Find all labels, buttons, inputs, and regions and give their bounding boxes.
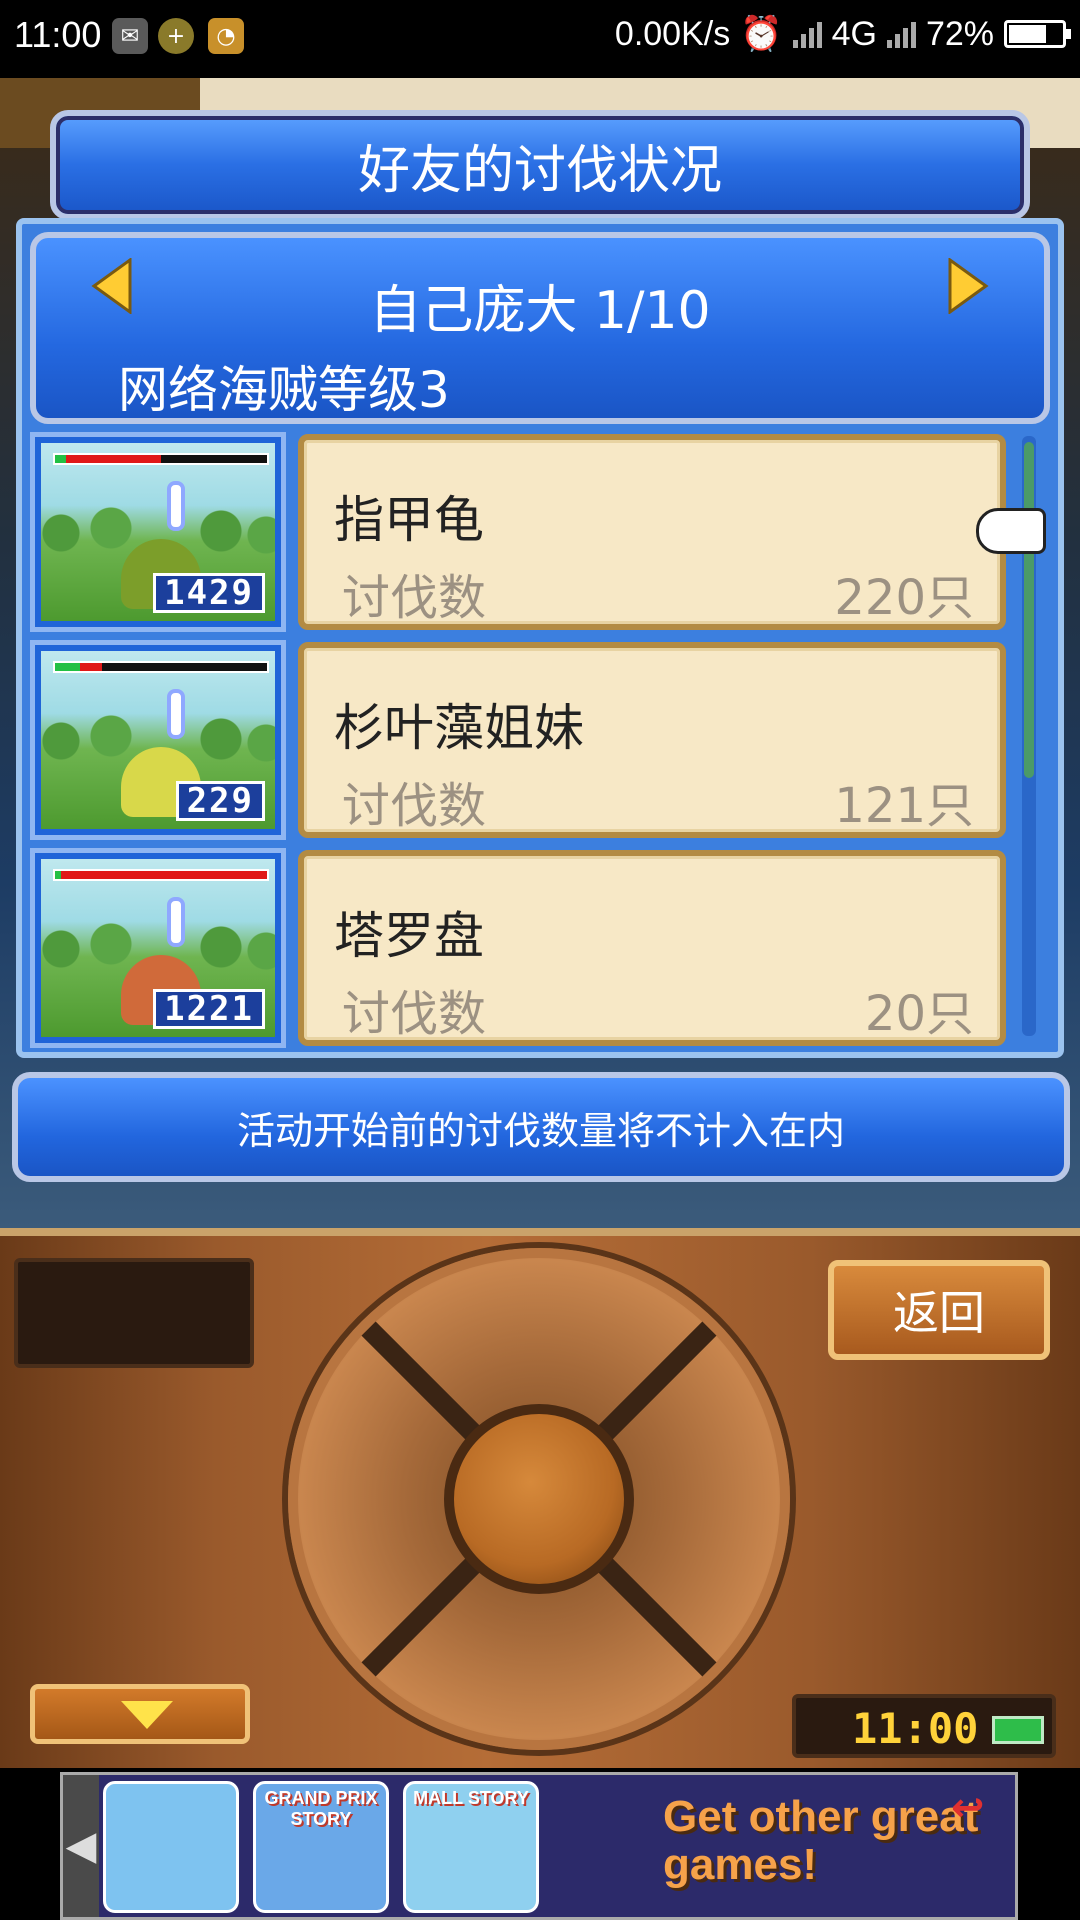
monster-card[interactable]: 塔罗盘 讨伐数 20只 xyxy=(298,850,1006,1046)
ad-back-arrow-icon[interactable]: ◀ xyxy=(63,1775,99,1917)
monster-name: 塔罗盘 xyxy=(334,907,484,965)
ad-game-tile-castle[interactable] xyxy=(103,1781,239,1913)
game-clock: 11:00 xyxy=(792,1694,1056,1758)
status-time: 11:00 xyxy=(14,14,102,55)
monster-thumbnail: 1221 xyxy=(30,848,286,1048)
monster-list[interactable]: 1429 指甲龟 讨伐数 220只 229 杉叶藻姐妹 讨伐数 121只 122… xyxy=(30,432,1006,1050)
back-button[interactable]: 返回 xyxy=(828,1260,1050,1360)
battery-percent: 72% xyxy=(925,14,994,53)
plus-icon: + xyxy=(158,18,194,54)
hand-pointer-icon xyxy=(976,508,1046,554)
monster-number: 229 xyxy=(175,781,265,821)
defeat-count-value: 121只 xyxy=(834,778,974,834)
monster-number: 1221 xyxy=(153,989,265,1029)
battery-icon xyxy=(1004,20,1071,48)
defeat-count-value: 220只 xyxy=(834,570,974,626)
monster-number: 1429 xyxy=(153,573,265,613)
defeat-count-label: 讨伐数 xyxy=(342,570,487,626)
network-speed: 0.00K/s xyxy=(614,14,731,53)
ad-game-tile-mall[interactable]: MALL STORY xyxy=(403,1781,539,1913)
hp-bar xyxy=(53,661,269,673)
signal-icon xyxy=(792,20,822,48)
footer-note: 活动开始前的讨伐数量将不计入在内 xyxy=(12,1072,1070,1182)
game-battery-icon xyxy=(992,1716,1044,1744)
signal-icon-2 xyxy=(886,20,916,48)
monster-name: 指甲龟 xyxy=(334,491,484,549)
pirate-level: 网络海贼等级3 xyxy=(118,361,450,419)
ad-return-icon: ↩ xyxy=(951,1785,985,1831)
hp-bar xyxy=(53,869,269,881)
friend-header: 自己庞大 1/10 网络海贼等级3 xyxy=(30,232,1050,424)
dpad-control[interactable] xyxy=(288,1248,790,1750)
ad-tile-title: GRAND PRIX STORY xyxy=(264,1788,378,1829)
ad-tile-title: MALL STORY xyxy=(413,1788,529,1808)
app-icon: ◔ xyxy=(208,18,244,54)
alert-icon xyxy=(167,689,185,739)
network-type: 4G xyxy=(831,14,877,53)
scroll-down-button[interactable] xyxy=(30,1684,250,1744)
friend-name-count: 自己庞大 1/10 xyxy=(369,281,711,341)
ad-banner[interactable]: ◀ GRAND PRIX STORY MALL STORY Get other … xyxy=(60,1772,1018,1920)
defeat-count-value: 20只 xyxy=(864,986,974,1042)
monster-thumbnail: 1429 xyxy=(30,432,286,632)
status-bar: 11:00 ✉ + ◔ 0.00K/s ⏰ 4G 72% xyxy=(0,0,1080,78)
alert-icon xyxy=(167,897,185,947)
defeat-count-label: 讨伐数 xyxy=(342,778,487,834)
hp-bar xyxy=(53,453,269,465)
list-item[interactable]: 1221 塔罗盘 讨伐数 20只 xyxy=(30,848,1006,1048)
scrollbar-thumb[interactable] xyxy=(1024,442,1034,778)
dpad-center-button[interactable] xyxy=(444,1404,634,1594)
status-right: 0.00K/s ⏰ 4G 72% xyxy=(614,14,1071,54)
monster-name: 杉叶藻姐妹 xyxy=(334,699,584,757)
alert-icon xyxy=(167,481,185,531)
modal-title: 好友的讨伐状况 xyxy=(50,110,1030,220)
monster-card[interactable]: 杉叶藻姐妹 讨伐数 121只 xyxy=(298,642,1006,838)
monster-card[interactable]: 指甲龟 讨伐数 220只 xyxy=(298,434,1006,630)
game-clock-time: 11:00 xyxy=(852,1704,979,1753)
monster-thumbnail: 229 xyxy=(30,640,286,840)
info-screen xyxy=(14,1258,254,1368)
list-item[interactable]: 229 杉叶藻姐妹 讨伐数 121只 xyxy=(30,640,1006,840)
alarm-icon: ⏰ xyxy=(740,15,783,53)
defeat-count-label: 讨伐数 xyxy=(342,986,487,1042)
next-arrow-icon[interactable] xyxy=(946,258,990,314)
down-arrow-icon xyxy=(121,1701,173,1729)
list-item[interactable]: 1429 指甲龟 讨伐数 220只 xyxy=(30,432,1006,632)
battery-level xyxy=(1009,25,1047,43)
ad-game-tile-grand-prix[interactable]: GRAND PRIX STORY xyxy=(253,1781,389,1913)
wechat-icon: ✉ xyxy=(112,18,148,54)
